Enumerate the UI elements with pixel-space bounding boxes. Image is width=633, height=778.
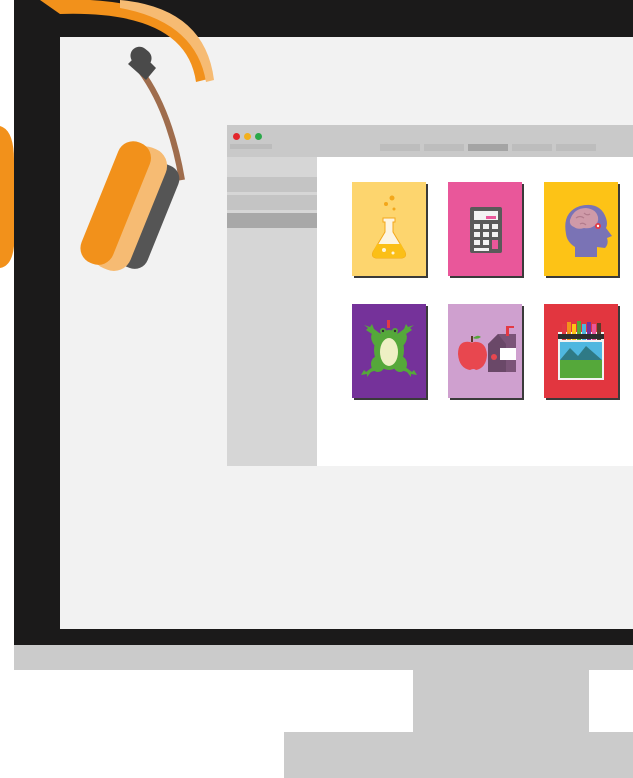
tab-4[interactable] [512,144,552,151]
apple-milk-icon [458,326,516,372]
tile-biology[interactable] [352,304,426,398]
tab-3-active[interactable] [468,144,508,151]
app-window [227,125,633,466]
sidebar-item-2[interactable] [227,195,317,210]
content-grid [317,157,633,466]
monitor-stand-neck [413,670,589,732]
tile-psychology[interactable] [544,182,618,276]
minimize-window-button[interactable] [244,133,251,140]
tab-2[interactable] [424,144,464,151]
tile-math[interactable] [448,182,522,276]
crayons-landscape-icon [558,321,604,380]
tile-chemistry[interactable] [352,182,426,276]
head-brain-icon [565,204,612,257]
maximize-window-button[interactable] [255,133,262,140]
tile-nutrition[interactable] [448,304,522,398]
window-titlebar [227,125,633,157]
headphones-icon [0,0,214,271]
tab-1[interactable] [380,144,420,151]
monitor-stand-base [284,732,633,778]
window-title-placeholder [230,144,272,149]
calculator-icon [470,207,502,253]
tab-5[interactable] [556,144,596,151]
sidebar-item-3-active[interactable] [227,213,317,228]
sidebar [227,157,317,466]
monitor-chin [14,645,633,670]
frog-icon [361,320,417,377]
sidebar-item-1[interactable] [227,177,317,192]
flask-icon [371,195,407,259]
close-window-button[interactable] [233,133,240,140]
tile-art[interactable] [544,304,618,398]
